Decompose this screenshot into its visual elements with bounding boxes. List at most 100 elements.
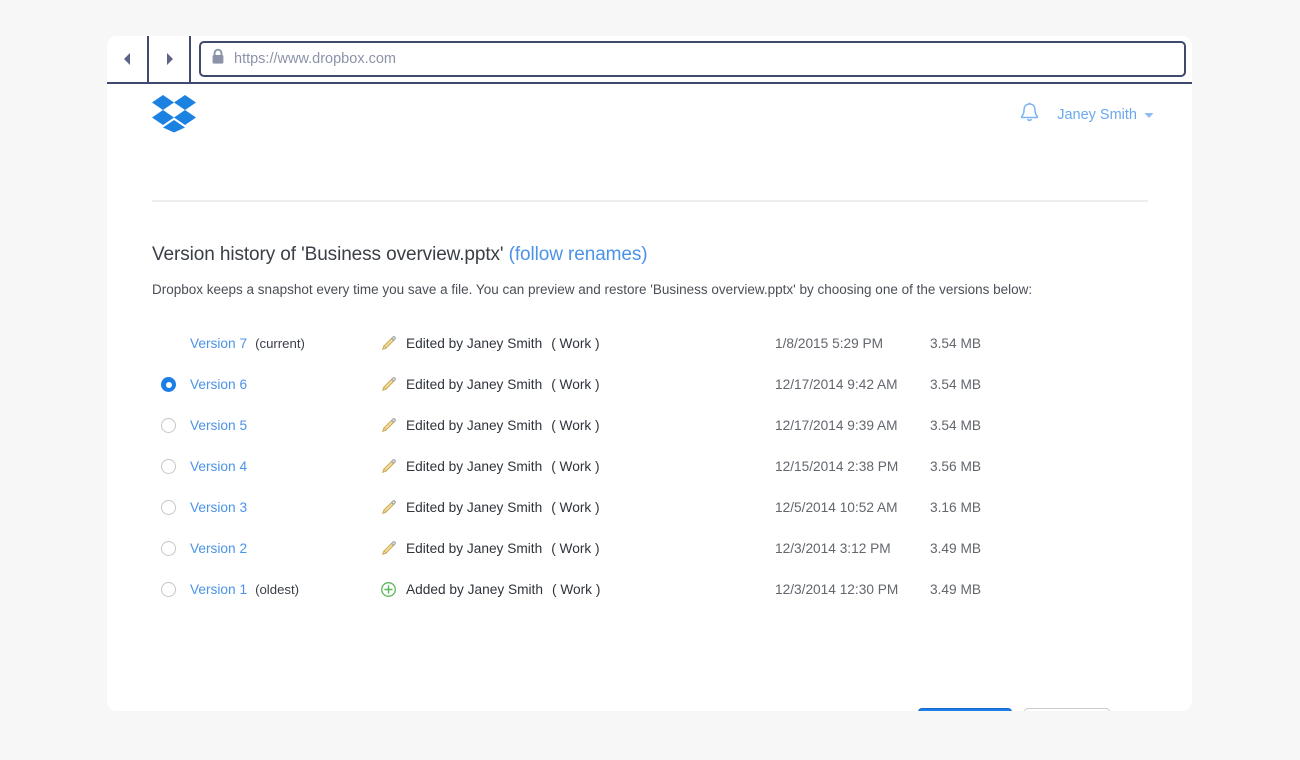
version-radio-2[interactable] [161,377,176,392]
version-link[interactable]: Version 7 [190,336,247,351]
plus-circle-add-icon [380,581,397,598]
header-divider [152,200,1148,202]
version-action-cell: Edited by Janey Smith ( Work ) [380,417,775,434]
back-button[interactable] [107,36,149,82]
version-date: 12/5/2014 10:52 AM [775,500,930,515]
page-title: Version history of 'Business overview.pp… [152,244,1152,266]
pencil-edit-icon [380,458,397,475]
version-action-text: Edited by Janey Smith [406,377,542,392]
main-content: Version history of 'Business overview.pp… [152,244,1152,610]
forward-arrow-icon [163,52,176,66]
pencil-edit-icon [380,499,397,516]
version-link[interactable]: Version 5 [190,418,247,433]
table-row[interactable]: Version 2 Edited by Janey Smith( Work )12… [152,528,1152,569]
version-date: 12/3/2014 12:30 PM [775,582,930,597]
notification-bell-icon[interactable] [1020,102,1039,128]
version-action-text: Edited by Janey Smith [406,336,542,351]
version-label-cell: Version 5 [190,418,380,433]
pencil-edit-icon [380,540,397,557]
version-link[interactable]: Version 6 [190,377,247,392]
table-row[interactable]: Version 4 Edited by Janey Smith ( Work ) 12… [152,446,1152,487]
pencil-edit-icon [380,335,397,352]
version-radio-4[interactable] [161,459,176,474]
version-size: 3.56 MB [930,459,981,474]
version-scope-label: ( Work ) [552,582,600,597]
version-date: 12/17/2014 9:39 AM [775,418,930,433]
version-size: 3.54 MB [930,377,981,392]
version-label-cell: Version 7 (current) [190,336,380,351]
version-label-cell: Version 2 [190,541,380,556]
version-radio-7[interactable] [161,582,176,597]
version-link[interactable]: Version 2 [190,541,247,556]
version-action-cell: Edited by Janey Smith ( Work ) [380,376,775,393]
version-action-cell: Added by Janey Smith ( Work ) [380,581,775,598]
version-action-text: Edited by Janey Smith [406,500,542,515]
version-label-cell: Version 1 (oldest) [190,582,380,597]
version-radio-cell[interactable] [152,418,190,433]
back-arrow-icon [121,52,134,66]
version-radio-6[interactable] [161,541,176,556]
cancel-button[interactable]: Cancel [1024,708,1110,711]
version-date: 12/3/2014 3:12 PM [775,541,930,556]
version-size: 3.54 MB [930,418,981,433]
version-link[interactable]: Version 1 [190,582,247,597]
version-action-cell: Edited by Janey Smith( Work ) [380,499,775,516]
version-size: 3.49 MB [930,541,981,556]
version-action-text: Added by Janey Smith [406,582,543,597]
version-link[interactable]: Version 4 [190,459,247,474]
version-radio-cell[interactable] [152,336,190,351]
table-row[interactable]: Version 3 Edited by Janey Smith( Work )12… [152,487,1152,528]
lock-icon [211,48,225,70]
address-bar[interactable]: https://www.dropbox.com [199,41,1186,77]
version-label-cell: Version 3 [190,500,380,515]
version-note: (oldest) [255,582,299,597]
chevron-down-icon [1144,107,1154,123]
version-radio-cell[interactable] [152,377,190,392]
version-date: 12/17/2014 9:42 AM [775,377,930,392]
user-name-label: Janey Smith [1057,107,1137,123]
version-radio-cell[interactable] [152,582,190,597]
user-menu[interactable]: Janey Smith [1057,107,1154,123]
version-date: 12/15/2014 2:38 PM [775,459,930,474]
version-action-text: Edited by Janey Smith [406,418,542,433]
version-scope-label: ( Work ) [551,541,599,556]
forward-button[interactable] [149,36,191,82]
dropbox-page: Janey Smith Version history of 'Business… [107,84,1192,709]
version-scope-label: ( Work ) [551,336,599,351]
restore-button[interactable]: Restore [918,708,1012,711]
site-header: Janey Smith [107,84,1192,146]
version-radio-3[interactable] [161,418,176,433]
version-size: 3.54 MB [930,336,981,351]
version-action-text: Edited by Janey Smith [406,459,542,474]
version-radio-cell[interactable] [152,500,190,515]
version-action-cell: Edited by Janey Smith( Work ) [380,540,775,557]
dropbox-logo[interactable] [152,93,196,138]
version-size: 3.49 MB [930,582,981,597]
header-right: Janey Smith [1020,84,1154,146]
version-date: 1/8/2015 5:29 PM [775,336,930,351]
version-scope-label: ( Work ) [551,418,599,433]
version-note: (current) [255,336,305,351]
table-row[interactable]: Version 1 (oldest) Added by Janey Smith ( W… [152,569,1152,610]
version-action-cell: Edited by Janey Smith ( Work ) [380,458,775,475]
version-radio-5[interactable] [161,500,176,515]
pencil-edit-icon [380,417,397,434]
version-radio-cell[interactable] [152,459,190,474]
version-action-cell: Edited by Janey Smith ( Work ) [380,335,775,352]
footer-actions: Restore Cancel [918,708,1110,711]
version-radio-cell[interactable] [152,541,190,556]
table-row[interactable]: Version 5 Edited by Janey Smith ( Work ) 12… [152,405,1152,446]
table-row[interactable]: Version 6 Edited by Janey Smith ( Work ) 12… [152,364,1152,405]
version-link[interactable]: Version 3 [190,500,247,515]
version-size: 3.16 MB [930,500,981,515]
pencil-edit-icon [380,376,397,393]
version-label-cell: Version 4 [190,459,380,474]
intro-text: Dropbox keeps a snapshot every time you … [152,282,1152,297]
version-scope-label: ( Work ) [551,459,599,474]
page-title-text: Version history of 'Business overview.pp… [152,244,503,265]
version-scope-label: ( Work ) [551,377,599,392]
browser-window: https://www.dropbox.com [107,36,1192,711]
follow-renames-link[interactable]: (follow renames) [509,244,648,265]
table-row[interactable]: Version 7 (current) Edited by Janey Smith (… [152,323,1152,364]
url-text: https://www.dropbox.com [234,51,396,67]
